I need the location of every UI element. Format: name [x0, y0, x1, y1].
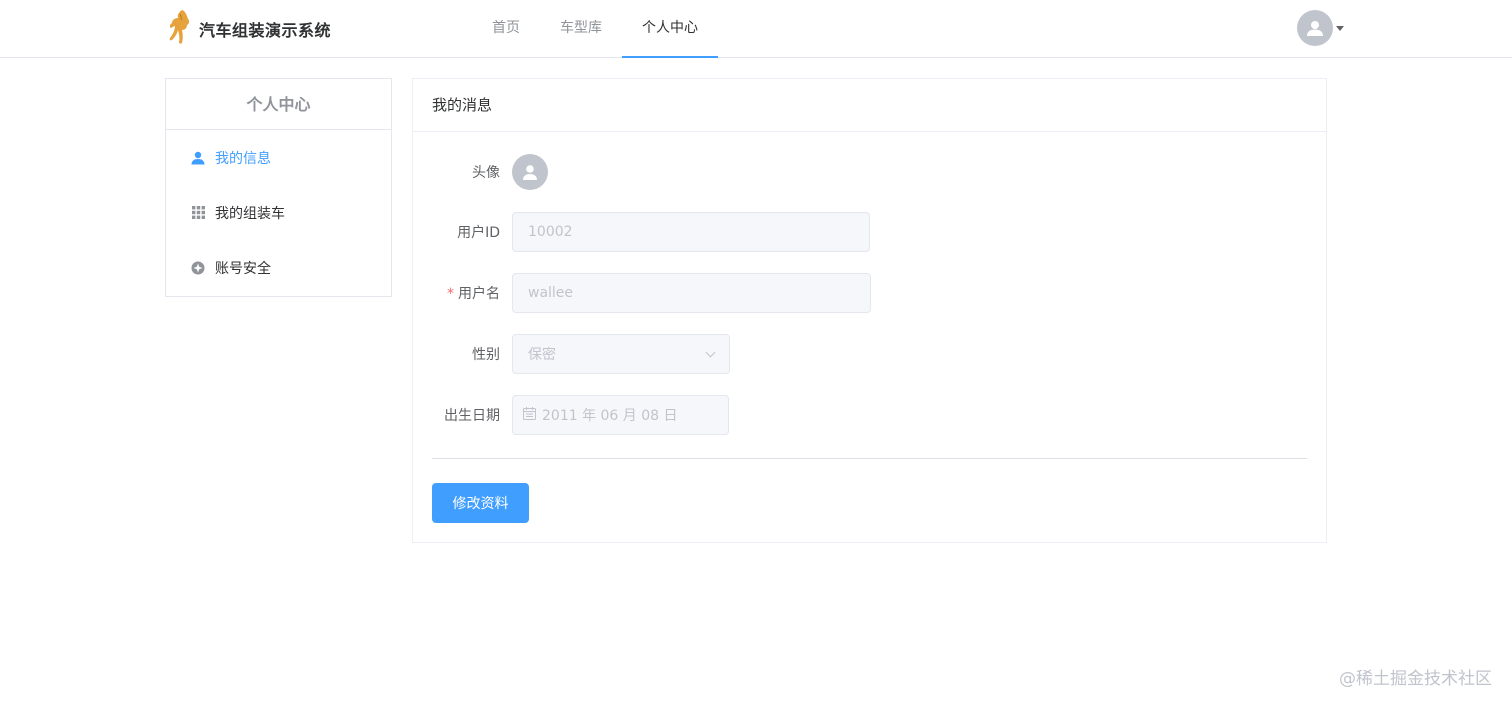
gender-select[interactable]: 保密: [512, 334, 730, 374]
sidebar-item-label: 账号安全: [215, 260, 271, 277]
profile-card: 我的消息 头像 用户ID 10002 * 用户名 wallee 性别 保密 出生…: [412, 78, 1327, 543]
app-title: 汽车组装演示系统: [199, 21, 332, 40]
user-menu[interactable]: [1297, 10, 1344, 46]
avatar-label: 头像: [472, 165, 500, 181]
brand[interactable]: 汽车组装演示系统: [165, 8, 331, 50]
form-row-user-id: 用户ID 10002: [413, 212, 870, 252]
gender-value: 保密: [528, 347, 556, 363]
form-row-gender: 性别 保密: [413, 334, 730, 374]
sidebar-item-my-info[interactable]: 我的信息: [166, 130, 391, 185]
nav-home[interactable]: 首页: [472, 0, 540, 58]
nav-car-models[interactable]: 车型库: [540, 0, 622, 58]
sidebar-item-my-cars[interactable]: 我的组装车: [166, 185, 391, 240]
form-row-birthday: 出生日期 2011 年 06 月 08 日: [413, 395, 729, 435]
watermark-text: @稀土掘金技术社区: [1339, 669, 1492, 689]
grid-icon: [191, 206, 205, 220]
username-label: 用户名: [458, 286, 500, 302]
shield-icon: [191, 261, 205, 275]
user-icon: [191, 151, 205, 165]
sidebar-item-account-security[interactable]: 账号安全: [166, 240, 391, 295]
form-row-username: * 用户名 wallee: [413, 273, 871, 313]
user-id-value: 10002: [528, 224, 573, 240]
user-avatar-icon[interactable]: [1297, 10, 1333, 46]
birthday-label: 出生日期: [444, 408, 500, 424]
username-input[interactable]: wallee: [512, 273, 871, 313]
birthday-value: 2011 年 06 月 08 日: [542, 408, 678, 424]
username-value: wallee: [528, 285, 574, 301]
sidebar-card: 个人中心 我的信息 我的组装车 账号安全: [165, 78, 392, 297]
card-title: 我的消息: [413, 79, 1326, 132]
user-id-label: 用户ID: [457, 225, 500, 241]
gender-label: 性别: [472, 347, 500, 363]
username-label-wrap: * 用户名: [413, 283, 512, 303]
sidebar-title: 个人中心: [166, 79, 391, 130]
chevron-down-icon: [705, 347, 716, 357]
top-header: 汽车组装演示系统 首页 车型库 个人中心: [0, 0, 1512, 58]
form-row-avatar: 头像: [413, 153, 548, 191]
user-id-input[interactable]: 10002: [512, 212, 870, 252]
nav-personal-center[interactable]: 个人中心: [622, 0, 718, 58]
profile-avatar-icon[interactable]: [512, 154, 548, 190]
edit-profile-button[interactable]: 修改资料: [432, 483, 529, 523]
sidebar-item-label: 我的组装车: [215, 205, 285, 222]
required-mark: *: [447, 286, 454, 302]
calendar-icon: [523, 406, 536, 424]
horse-logo-icon: [165, 8, 193, 50]
birthday-date-picker[interactable]: 2011 年 06 月 08 日: [512, 395, 729, 435]
sidebar-item-label: 我的信息: [215, 150, 271, 167]
form-divider: [432, 458, 1307, 459]
main-nav: 首页 车型库 个人中心: [472, 0, 718, 58]
caret-down-icon[interactable]: [1336, 25, 1344, 31]
